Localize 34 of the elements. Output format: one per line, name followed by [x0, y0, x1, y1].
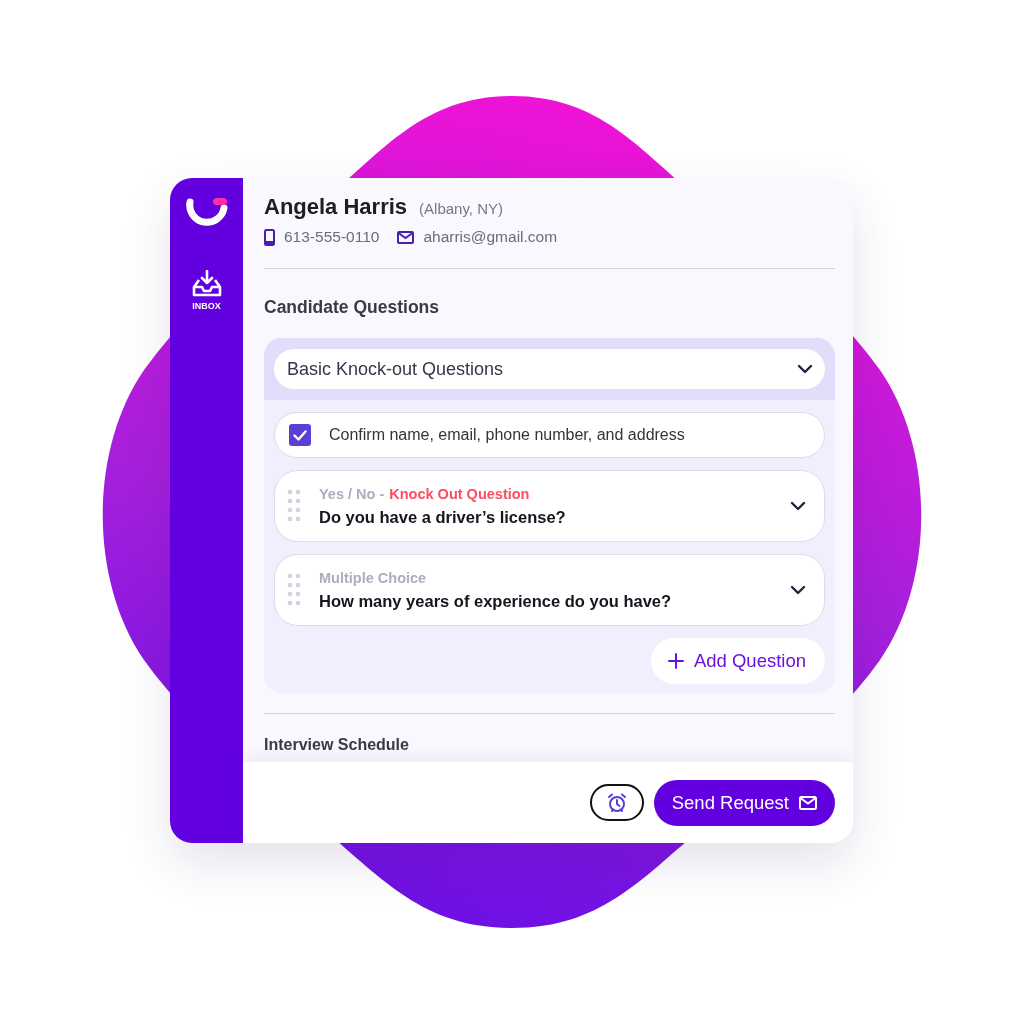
question-text: Do you have a driver’s license? [319, 507, 567, 527]
checkbox-label: Confirm name, email, phone number, and address [329, 426, 685, 444]
inbox-nav-item[interactable]: INBOX [190, 270, 223, 311]
candidate-name: Angela Harris [264, 194, 408, 220]
question-type: Multiple Choice [319, 569, 427, 586]
add-question-button[interactable]: Add Question [650, 638, 825, 684]
envelope-icon [397, 230, 415, 244]
section-title: Interview Schedule [264, 736, 410, 754]
question-type: Yes / No - [319, 485, 385, 502]
checkbox[interactable] [289, 424, 311, 446]
chevron-down-icon [790, 585, 806, 595]
checkbox-option[interactable]: Confirm name, email, phone number, and address [274, 412, 825, 458]
question-text: How many years of experience do you have? [319, 591, 673, 611]
schedule-button[interactable] [589, 784, 644, 821]
question-set-dropdown[interactable]: Basic Knock-out Questions [274, 349, 825, 389]
logo-icon [184, 196, 229, 226]
chevron-down-icon [790, 501, 806, 511]
phone-number: 613-555-0110 [284, 228, 380, 246]
email-address: aharris@gmail.com [423, 228, 558, 246]
alarm-clock-icon [606, 792, 627, 813]
send-request-button[interactable]: Send Request [653, 779, 835, 826]
plus-icon [667, 653, 684, 669]
checkmark-icon [293, 429, 307, 441]
candidate-location: (Albany, NY) [419, 200, 503, 217]
question-card[interactable]: Yes / No - Knock Out Question Do you have a driver’s license? [274, 470, 825, 542]
question-card[interactable]: Multiple Choice How many years of experience do you have? [274, 554, 825, 626]
envelope-icon [799, 795, 817, 810]
section-title: Candidate Questions [264, 297, 441, 318]
drag-handle-icon[interactable] [287, 573, 301, 607]
chevron-down-icon [797, 364, 813, 374]
drag-handle-icon[interactable] [287, 489, 301, 523]
knock-out-label: Knock Out Question [389, 485, 530, 502]
inbox-icon [190, 270, 223, 298]
phone-icon [264, 228, 275, 246]
